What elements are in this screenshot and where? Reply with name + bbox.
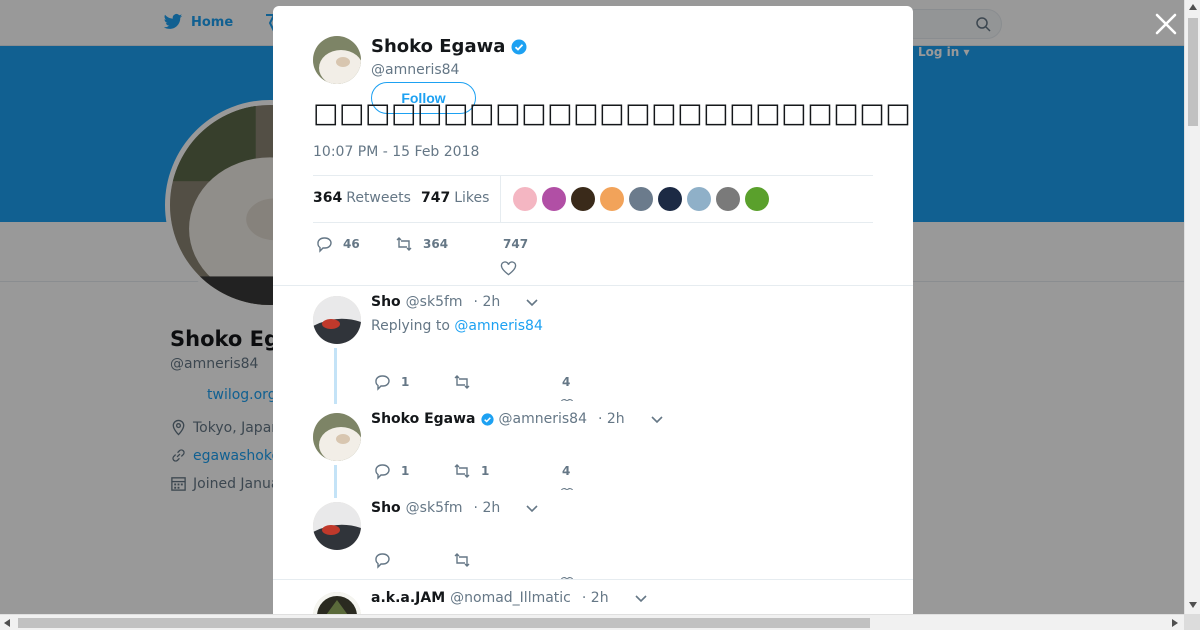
reply-author-name[interactable]: Sho (371, 294, 401, 310)
close-icon[interactable] (1154, 12, 1178, 36)
reply-author-handle[interactable]: @sk5fm (406, 500, 463, 516)
scroll-up-arrow-icon[interactable] (1189, 4, 1197, 10)
vertical-scroll-thumb[interactable] (1188, 18, 1198, 126)
reply-avatar[interactable] (313, 413, 361, 461)
author-avatar[interactable] (313, 36, 361, 84)
reply-icon (375, 464, 390, 480)
reply-time[interactable]: · 2h (474, 294, 501, 310)
thread-line (334, 348, 337, 404)
reply-author-handle[interactable]: @nomad_Illmatic (450, 590, 571, 606)
stats-divider (500, 176, 501, 222)
reply-icon (317, 237, 332, 253)
reply-author-name[interactable]: Shoko Egawa (371, 411, 476, 427)
tweet-text: □□□□□□□□□□□□□□□□□□□□□□□□□□□□□□□□□□□□□ □□… (313, 98, 913, 129)
reply-count: 1 (401, 375, 410, 389)
scroll-down-arrow-icon[interactable] (1189, 602, 1197, 608)
reply-header: Sho @sk5fm · 2h (371, 500, 539, 516)
reply-count: 46 (343, 237, 360, 251)
scrollbar-corner (1184, 614, 1200, 630)
tweet-stats: 364 Retweets 747 Likes (313, 175, 873, 223)
tweet-timestamp[interactable]: 10:07 PM - 15 Feb 2018 (313, 144, 479, 160)
retweet-icon (454, 553, 470, 567)
liker-avatar[interactable] (542, 187, 566, 211)
liker-avatar[interactable] (571, 187, 595, 211)
likes-count: 747 (421, 190, 451, 206)
reply-header: Shoko Egawa @amneris84 · 2h (371, 411, 664, 427)
tweet-modal: Shoko Egawa @amneris84 Follow □□□□□□□□□□… (273, 6, 913, 614)
reply-time[interactable]: · 2h (598, 411, 625, 427)
reply-author-name[interactable]: Sho (371, 500, 401, 516)
liker-avatar[interactable] (629, 187, 653, 211)
liker-avatar[interactable] (745, 187, 769, 211)
liker-avatar[interactable] (658, 187, 682, 211)
like-heart-icon[interactable] (560, 397, 574, 401)
reply-header: Sho @sk5fm · 2h (371, 294, 539, 310)
divider (273, 579, 913, 580)
reply-count: 1 (401, 464, 410, 478)
retweet-icon (454, 375, 470, 389)
reply-time[interactable]: · 2h (474, 500, 501, 516)
retweet-action[interactable]: 364 (395, 235, 448, 253)
reply-avatar[interactable] (313, 592, 361, 614)
like-count: 4 (562, 464, 571, 478)
chevron-down-icon[interactable] (525, 501, 539, 515)
liker-avatar[interactable] (687, 187, 711, 211)
reply-header: a.k.a.JAM @nomad_Illmatic · 2h (371, 590, 648, 606)
thread-line (334, 465, 337, 498)
reply-action[interactable]: 46 (315, 235, 360, 253)
reply-time[interactable]: · 2h (582, 590, 609, 606)
reply-avatar[interactable] (313, 296, 361, 344)
chevron-down-icon[interactable] (634, 591, 648, 605)
retweet-icon (454, 464, 470, 478)
replying-prefix: Replying to (371, 318, 450, 334)
retweets-count: 364 (313, 190, 343, 206)
reply-icon (375, 375, 390, 391)
replying-to-handle[interactable]: @amneris84 (454, 318, 542, 334)
divider (273, 285, 913, 286)
vertical-scrollbar[interactable] (1184, 0, 1200, 614)
verified-badge-icon (480, 412, 494, 426)
scroll-left-arrow-icon[interactable] (4, 619, 10, 627)
reply-author-handle[interactable]: @amneris84 (499, 411, 587, 427)
liker-avatars (513, 187, 769, 211)
like-count: 747 (503, 237, 529, 251)
horizontal-scrollbar[interactable] (0, 614, 1184, 630)
like-count: 4 (562, 375, 571, 389)
replying-to: Replying to @amneris84 (371, 318, 543, 334)
retweets-stat[interactable]: 364 Retweets (313, 190, 411, 206)
likes-label: Likes (454, 190, 490, 206)
reply-author-handle[interactable]: @sk5fm (406, 294, 463, 310)
horizontal-scroll-thumb[interactable] (18, 618, 870, 628)
liker-avatar[interactable] (513, 187, 537, 211)
author-handle[interactable]: @amneris84 (371, 62, 459, 78)
reply-action[interactable]: 1 (373, 373, 409, 391)
retweet-icon (396, 237, 412, 251)
like-heart-icon[interactable] (560, 486, 574, 490)
reply-action[interactable] (373, 551, 391, 569)
reply-action[interactable]: 1 (373, 462, 409, 480)
retweet-count: 1 (481, 464, 490, 478)
author-name-text[interactable]: Shoko Egawa (371, 36, 505, 57)
liker-avatar[interactable] (600, 187, 624, 211)
reply-avatar[interactable] (313, 502, 361, 550)
reply-author-name[interactable]: a.k.a.JAM (371, 590, 445, 606)
chevron-down-icon[interactable] (525, 295, 539, 309)
like-heart-icon[interactable] (500, 260, 517, 277)
liker-avatar[interactable] (716, 187, 740, 211)
retweet-action[interactable] (453, 551, 471, 569)
author-name[interactable]: Shoko Egawa (371, 36, 527, 57)
likes-stat[interactable]: 747 Likes (421, 190, 489, 206)
verified-badge-icon (511, 39, 527, 54)
chevron-down-icon[interactable] (650, 412, 664, 426)
retweets-label: Retweets (346, 190, 411, 206)
retweet-action[interactable] (453, 373, 471, 391)
retweet-count: 364 (423, 237, 449, 251)
retweet-action[interactable]: 1 (453, 462, 489, 480)
scroll-right-arrow-icon[interactable] (1172, 619, 1178, 627)
reply-icon (375, 553, 390, 569)
